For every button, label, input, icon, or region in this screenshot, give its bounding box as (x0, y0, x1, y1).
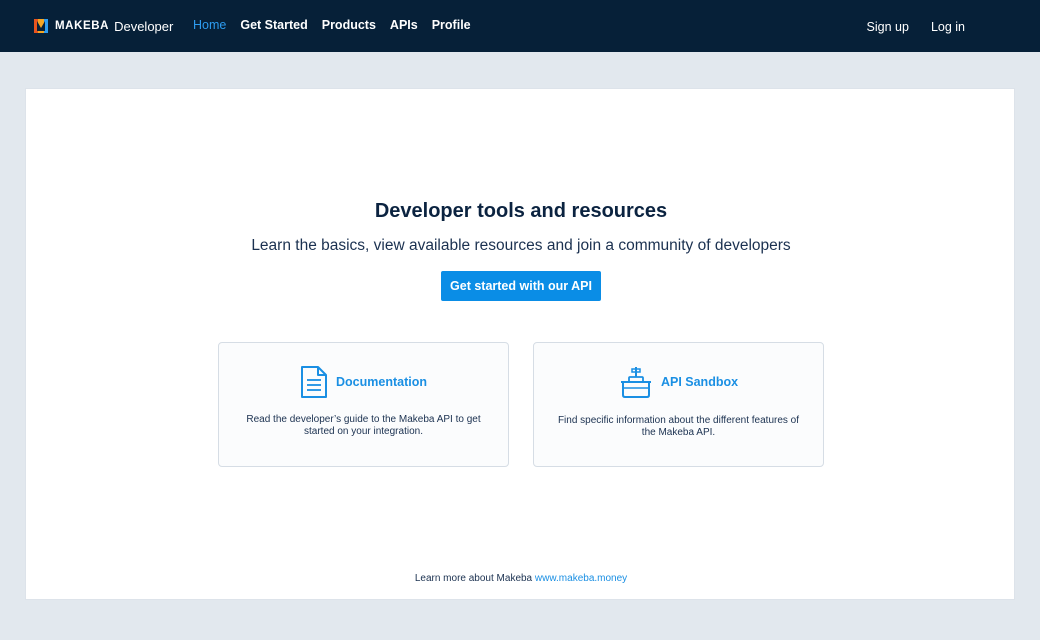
main-content-card: Developer tools and resources Learn the … (25, 88, 1015, 600)
signup-link[interactable]: Sign up (867, 20, 909, 34)
brand-name: MAKEBA (55, 20, 110, 32)
nav-apis[interactable]: APIs (390, 18, 418, 32)
api-sandbox-title[interactable]: API Sandbox (661, 375, 738, 389)
nav-products[interactable]: Products (322, 18, 376, 32)
sandbox-icon (620, 367, 651, 398)
nav-get-started[interactable]: Get Started (240, 18, 307, 32)
brand-subtitle: Developer (114, 18, 174, 34)
brand[interactable]: MAKEBA Developer (34, 18, 173, 34)
api-sandbox-card[interactable]: API Sandbox Find specific information ab… (533, 342, 824, 467)
api-sandbox-description: Find specific information about the diff… (557, 415, 800, 438)
footer-text: Learn more about Makeba (414, 573, 533, 584)
page-title: Developer tools and resources (374, 200, 668, 222)
nav-profile[interactable]: Profile (432, 18, 471, 32)
auth-nav: Sign up Log in (867, 20, 965, 34)
nav-home[interactable]: Home (193, 18, 226, 32)
documentation-title[interactable]: Documentation (336, 375, 427, 389)
login-link[interactable]: Log in (931, 20, 965, 34)
top-navigation-bar: MAKEBA Developer Home Get Started Produc… (0, 0, 1040, 52)
documentation-description: Read the developer’s guide to the Makeba… (246, 414, 481, 437)
document-icon (301, 366, 327, 398)
documentation-card-header: Documentation (219, 365, 508, 399)
footer-note: Learn more about Makeba www.makeba.money (26, 573, 1016, 584)
main-nav: Home Get Started Products APIs Profile (193, 18, 471, 32)
get-started-button[interactable]: Get started with our API (441, 271, 601, 301)
api-sandbox-card-header: API Sandbox (534, 365, 823, 399)
page-subtitle: Learn the basics, view available resourc… (251, 237, 791, 254)
makeba-website-link[interactable]: www.makeba.money (535, 573, 627, 584)
makeba-logo-icon (34, 19, 48, 33)
documentation-card[interactable]: Documentation Read the developer’s guide… (218, 342, 509, 467)
